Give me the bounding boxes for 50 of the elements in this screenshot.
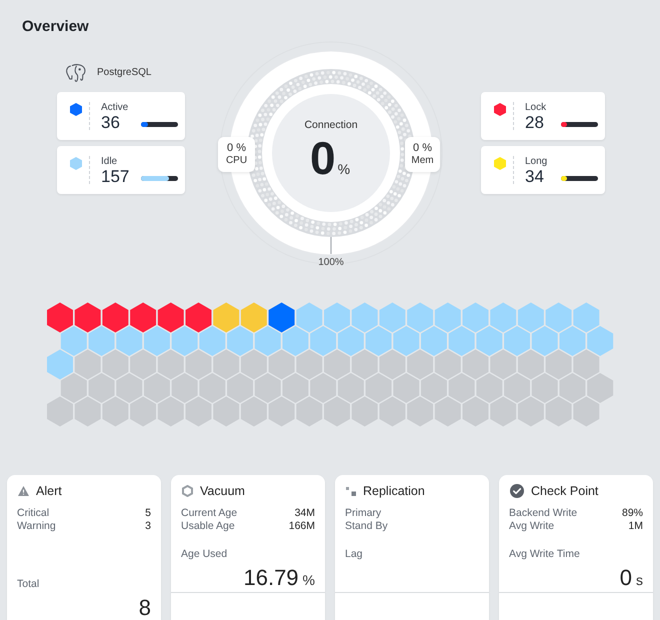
metric-label: Long xyxy=(525,156,548,168)
badge-value: 0 % xyxy=(227,142,246,155)
row-label: Stand By xyxy=(345,520,388,533)
metric-label: Lock xyxy=(525,102,546,114)
warning-icon xyxy=(18,486,29,496)
gauge-label: Connection xyxy=(304,119,358,131)
summary-label: Total xyxy=(17,578,40,590)
card-title: Alert xyxy=(36,483,62,499)
metric-value: 36 xyxy=(101,114,120,132)
summary-label: Avg Write Time xyxy=(509,548,580,560)
row-label: Usable Age xyxy=(181,520,235,533)
summary-label: Lag xyxy=(345,548,363,560)
row-label: Primary xyxy=(345,507,382,520)
row-label: Warning xyxy=(17,520,56,533)
badge-label: Mem xyxy=(411,155,434,167)
card-title: Replication xyxy=(363,483,425,499)
row-label: Backend Write xyxy=(509,507,578,520)
row-label: Critical xyxy=(17,507,50,520)
database-name: PostgreSQL xyxy=(97,67,152,79)
card-title: Vacuum xyxy=(200,483,245,499)
summary-value: 0 xyxy=(620,566,632,590)
row-value: 166M xyxy=(288,520,315,533)
metric-label: Idle xyxy=(101,156,118,168)
summary-unit: % xyxy=(302,572,315,588)
row-label: Avg Write xyxy=(509,520,554,533)
scale-label: 100% xyxy=(318,256,344,269)
row-value: 3 xyxy=(145,520,151,533)
squares-icon xyxy=(346,486,356,496)
row-value: 5 xyxy=(145,507,151,520)
row-value: 34M xyxy=(294,507,315,520)
row-value: 89% xyxy=(622,507,643,520)
card-title: Check Point xyxy=(531,483,598,499)
page-title: Overview xyxy=(22,18,89,36)
gauge-value: 0 xyxy=(310,135,336,181)
summary-unit: s xyxy=(636,572,643,588)
row-value: 1M xyxy=(628,520,643,533)
metric-value: 28 xyxy=(525,114,544,132)
badge-label: CPU xyxy=(226,155,248,167)
hexagon-icon xyxy=(182,485,193,497)
summary-value: 8 xyxy=(138,598,151,618)
row-label: Current Age xyxy=(181,507,238,520)
summary-label: Age Used xyxy=(181,548,228,560)
elephant-icon xyxy=(65,62,87,84)
metric-value: 157 xyxy=(101,168,130,186)
summary-value: 16.79 xyxy=(243,566,299,590)
metric-value: 34 xyxy=(525,168,544,186)
metric-label: Active xyxy=(101,102,128,114)
badge-value: 0 % xyxy=(413,142,432,155)
gauge-unit: % xyxy=(338,162,350,176)
check-circle-icon xyxy=(510,484,524,498)
